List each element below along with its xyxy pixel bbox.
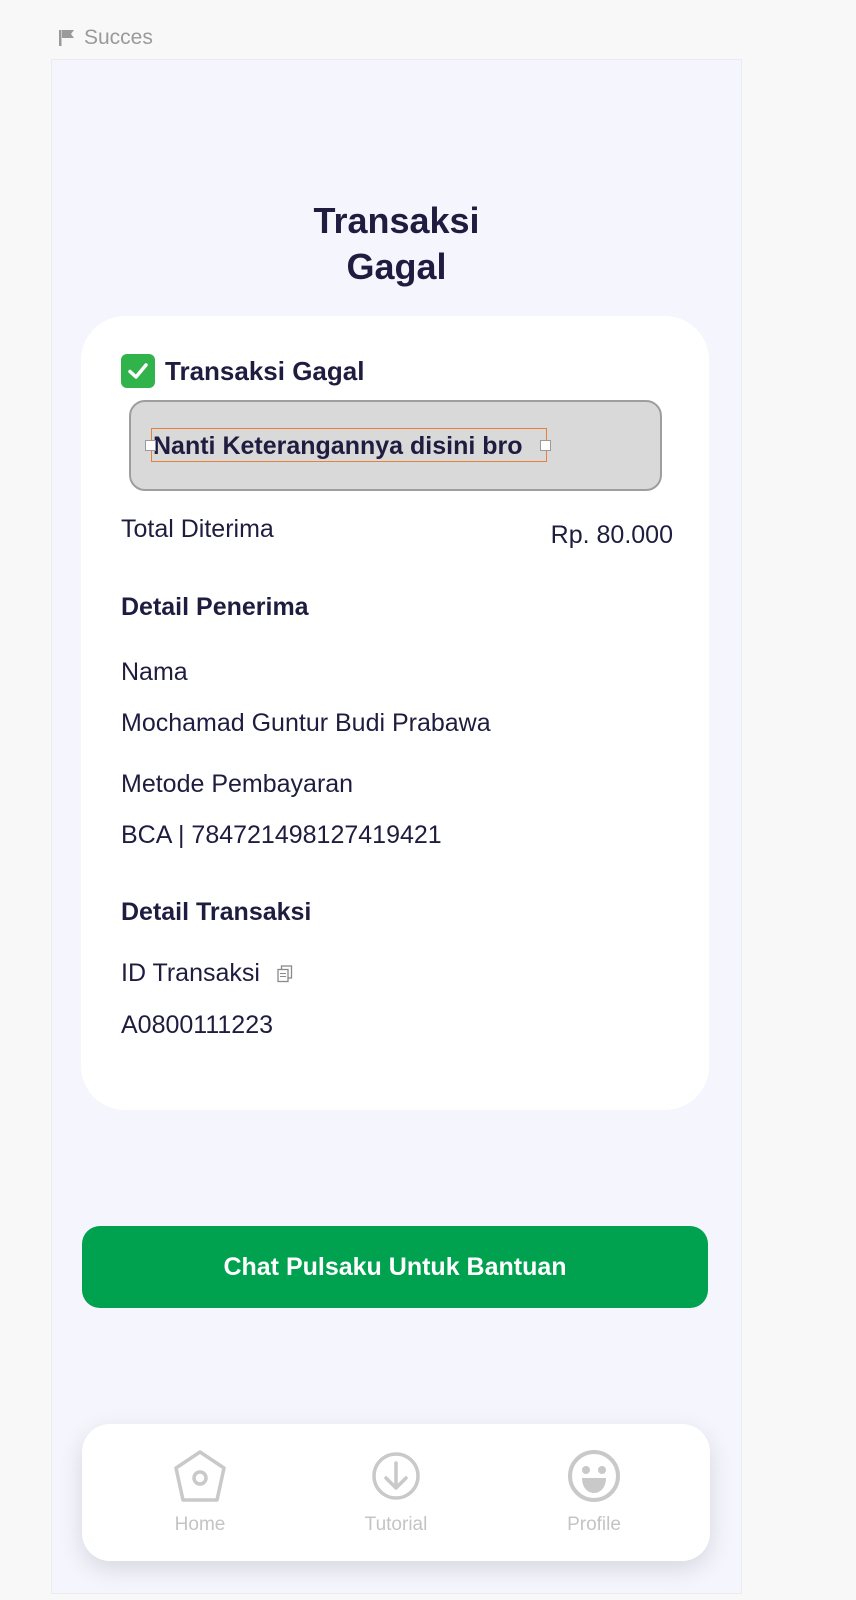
resize-handle-right[interactable] [540,440,551,451]
check-box-icon [121,354,155,388]
frame-label-text: Succes [84,26,153,49]
nav-item-home[interactable]: Home [130,1448,270,1536]
flag-icon [59,30,74,46]
nav-item-tutorial[interactable]: Tutorial [326,1448,466,1536]
nav-label-tutorial: Tutorial [364,1514,428,1535]
transaction-id-value: A0800111223 [121,1011,274,1039]
page-title-line1: Transaksi [313,200,480,241]
resize-handle-left[interactable] [145,440,156,451]
name-value: Mochamad Guntur Budi Prabawa [121,709,491,737]
status-text: Transaksi Gagal [165,355,365,386]
total-label: Total Diterima [121,515,274,543]
total-value: Rp. 80.000 [550,521,673,549]
page-title: Transaksi Gagal [52,198,741,290]
status-row: Transaksi Gagal [121,354,364,388]
chat-support-button[interactable]: Chat Pulsaku Untuk Bantuan [82,1226,708,1308]
page-title-line2: Gagal [346,246,447,287]
home-icon [174,1450,226,1502]
payment-method-value: BCA | 784721498127419421 [121,821,442,849]
transaction-section-title: Detail Transaksi [121,898,312,926]
phone-screen: Transaksi Gagal Transaksi Gagal Nanti Ke… [52,60,741,1593]
nav-item-profile[interactable]: Profile [524,1448,664,1536]
note-text[interactable]: Nanti Keterangannya disini bro [153,432,523,461]
name-label: Nama [121,658,188,686]
note-box: Nanti Keterangannya disini bro [129,400,662,491]
copy-icon[interactable] [277,965,293,983]
note-text-selection[interactable]: Nanti Keterangannya disini bro [151,428,547,462]
nav-label-profile: Profile [567,1514,621,1535]
frame-label: Succes [58,26,153,50]
transaction-card: Transaksi Gagal Nanti Keterangannya disi… [81,316,709,1110]
bottom-nav: Home Tutorial Profile [82,1424,710,1561]
nav-label-home: Home [174,1514,226,1535]
transaction-id-label: ID Transaksi [121,959,260,987]
download-icon [372,1452,420,1500]
recipient-section-title: Detail Penerima [121,593,309,621]
smiley-icon [568,1450,620,1502]
transaction-id-label-row: ID Transaksi [121,959,293,988]
payment-method-label: Metode Pembayaran [121,770,354,798]
